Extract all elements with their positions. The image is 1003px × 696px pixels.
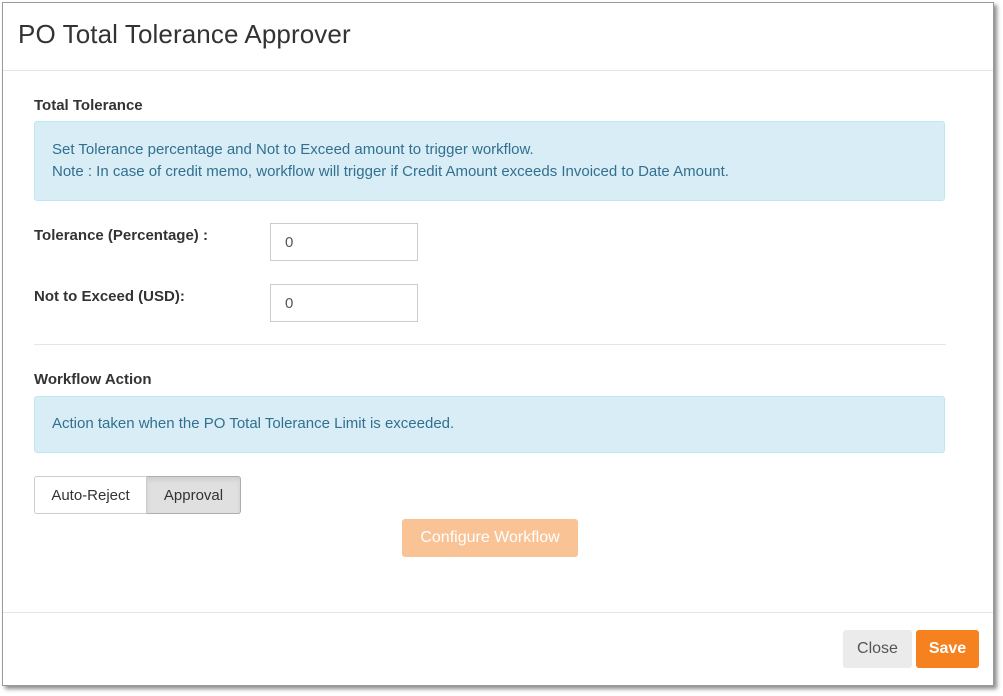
configure-workflow-button[interactable]: Configure Workflow (402, 519, 578, 557)
total-tolerance-info-line-2: Note : In case of credit memo, workflow … (52, 163, 729, 180)
modal-title: PO Total Tolerance Approver (18, 19, 351, 49)
auto-reject-button[interactable]: Auto-Reject (34, 476, 147, 514)
total-tolerance-info-box: Set Tolerance percentage and Not to Exce… (34, 121, 945, 201)
workflow-action-heading: Workflow Action (34, 371, 152, 388)
screen: PO Total Tolerance Approver Total Tolera… (0, 0, 1003, 696)
modal-footer: Close Save (3, 612, 993, 687)
tolerance-approver-modal: PO Total Tolerance Approver Total Tolera… (2, 2, 994, 686)
approval-button[interactable]: Approval (147, 476, 241, 514)
tolerance-percentage-input[interactable] (270, 223, 418, 261)
tolerance-percentage-label: Tolerance (Percentage) : (34, 227, 208, 244)
workflow-action-info-line: Action taken when the PO Total Tolerance… (52, 415, 455, 432)
save-button[interactable]: Save (916, 630, 979, 668)
total-tolerance-info-line-1: Set Tolerance percentage and Not to Exce… (52, 141, 534, 158)
modal-header: PO Total Tolerance Approver (3, 3, 993, 71)
close-button[interactable]: Close (843, 630, 912, 668)
workflow-action-info-box: Action taken when the PO Total Tolerance… (34, 396, 945, 453)
total-tolerance-heading: Total Tolerance (34, 97, 143, 114)
section-divider (34, 344, 946, 345)
workflow-action-toggle: Auto-Reject Approval (34, 476, 241, 514)
not-to-exceed-input[interactable] (270, 284, 418, 322)
not-to-exceed-label: Not to Exceed (USD): (34, 288, 185, 305)
